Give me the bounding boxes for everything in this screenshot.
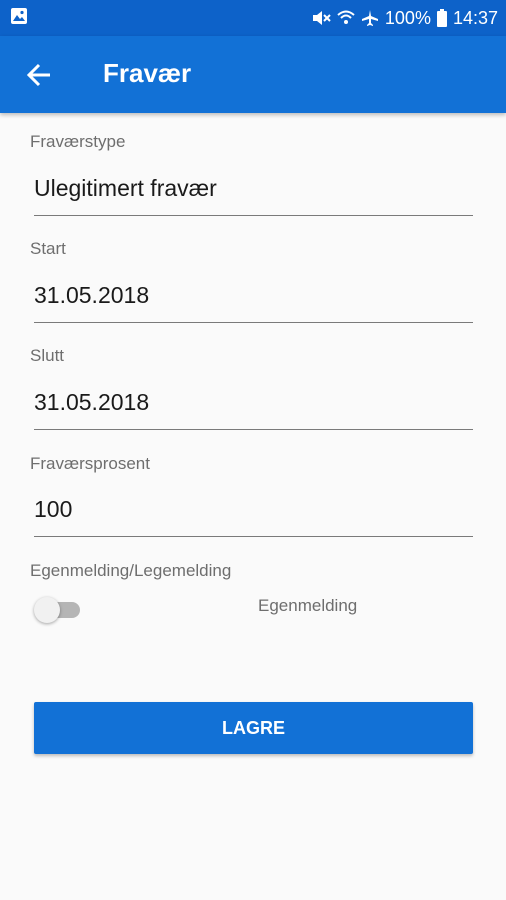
end-date-field[interactable] — [34, 386, 473, 430]
arrow-back-icon — [26, 63, 50, 87]
battery-percent: 100% — [384, 7, 431, 28]
report-type-label: Egenmelding/Legemelding — [30, 561, 232, 580]
report-type-toggle[interactable] — [34, 597, 80, 623]
toggle-thumb — [34, 597, 60, 623]
back-button[interactable] — [24, 60, 54, 90]
airplane-icon — [361, 9, 379, 27]
save-button[interactable]: LAGRE — [34, 702, 473, 754]
absence-percent-label: Fraværsprosent — [30, 454, 150, 473]
page-title: Fravær — [103, 58, 192, 88]
clock: 14:37 — [452, 7, 498, 28]
status-bar: 100% 14:37 — [0, 0, 506, 36]
mute-icon — [311, 9, 331, 27]
battery-icon — [436, 9, 447, 27]
end-label: Slutt — [30, 346, 65, 365]
absence-type-field[interactable] — [34, 172, 473, 216]
absence-percent-field[interactable] — [34, 493, 473, 537]
image-icon — [10, 7, 28, 30]
wifi-icon — [337, 9, 355, 27]
start-label: Start — [30, 239, 66, 258]
start-date-field[interactable] — [34, 279, 473, 323]
toggle-label: Egenmelding — [258, 596, 358, 615]
app-bar: Fravær — [0, 36, 506, 113]
absence-type-label: Fraværstype — [30, 132, 126, 151]
